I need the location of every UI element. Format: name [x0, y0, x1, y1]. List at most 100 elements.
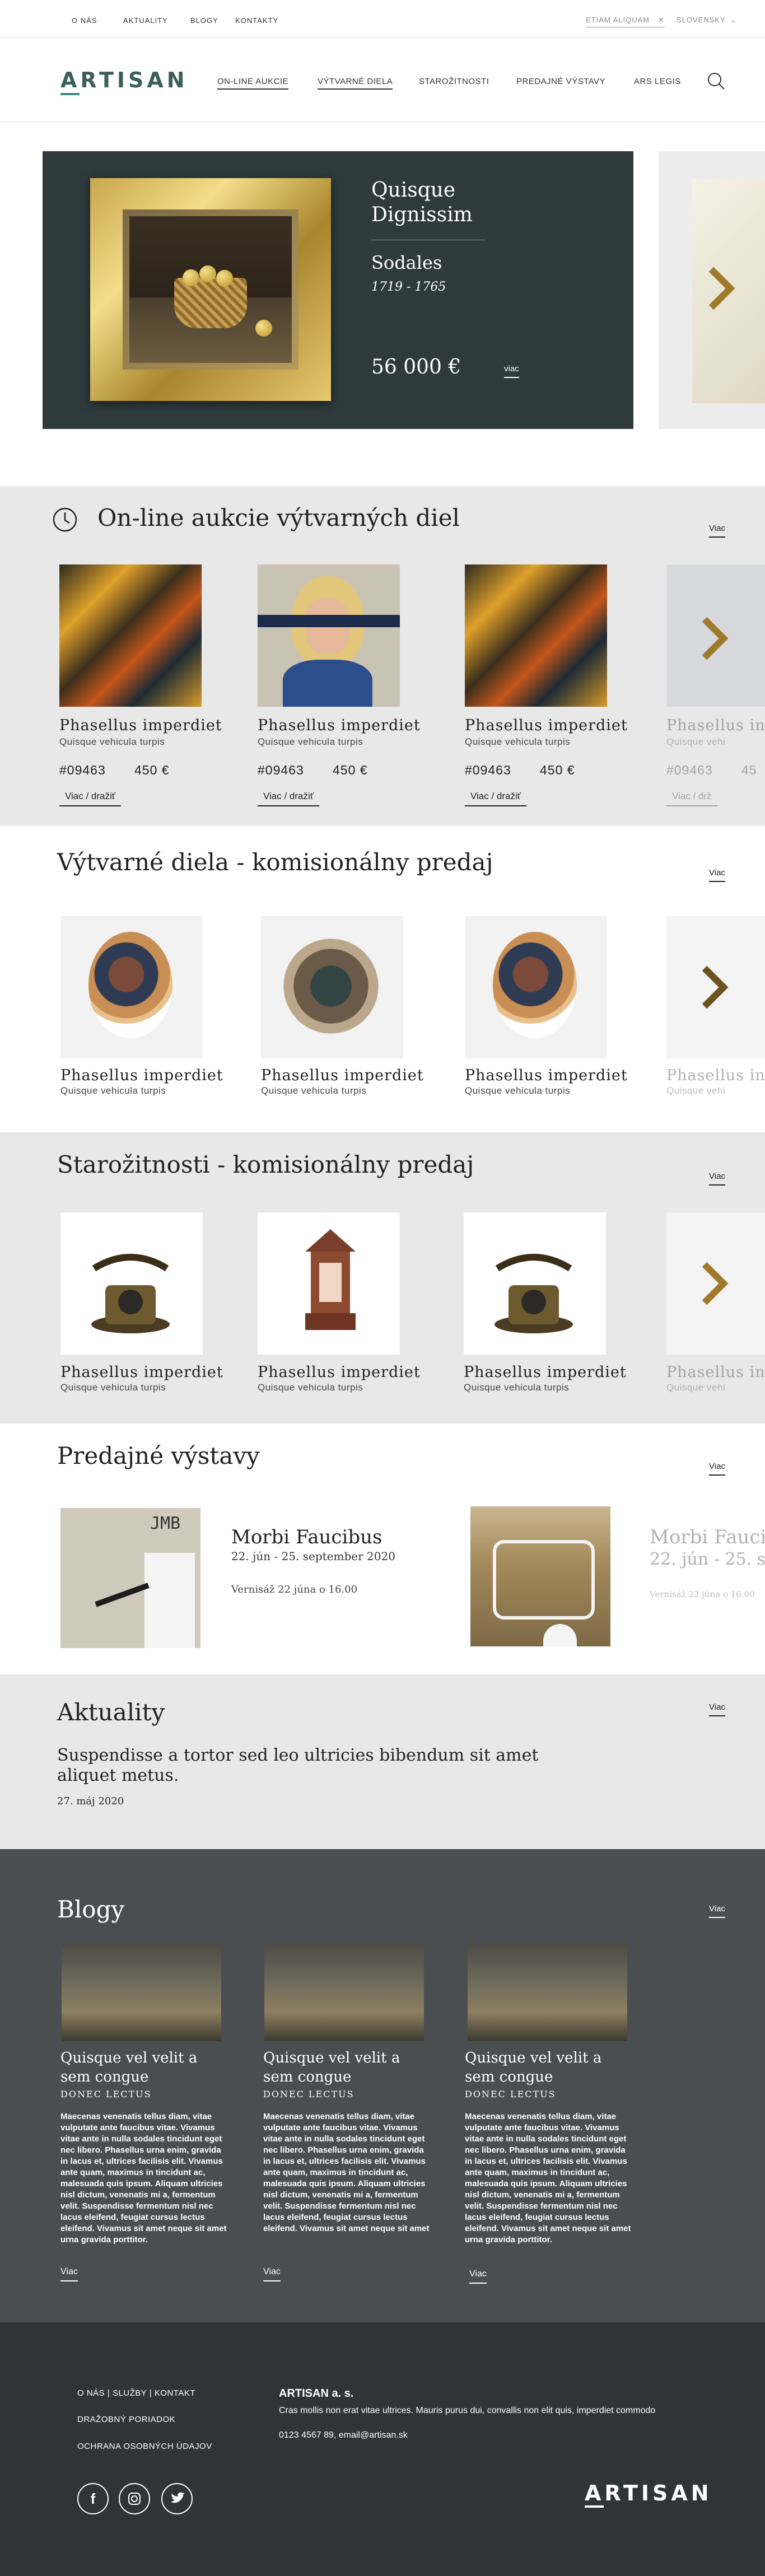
- footer-nav-row: O NÁS | SLUŽBY | KONTAKT: [77, 2388, 195, 2398]
- footer-link-sluzby[interactable]: SLUŽBY: [113, 2388, 147, 2398]
- footer-link-ochrana-udajov[interactable]: OCHRANA OSOBNÝCH ÚDAJOV: [77, 2442, 212, 2451]
- news-headline[interactable]: Suspendisse a tortor sed leo ultricies b…: [57, 1746, 561, 1786]
- blog-image-2[interactable]: [264, 1943, 424, 2041]
- blog-text-3: Maecenas venenatis tellus diam, vitae vu…: [465, 2112, 631, 2244]
- blog-more-link-1[interactable]: Viac: [60, 2267, 78, 2281]
- chevron-down-icon: ⌄: [730, 16, 738, 24]
- artwork-image-3[interactable]: [465, 916, 607, 1058]
- twitter-icon[interactable]: [161, 2483, 193, 2514]
- auction-title-1: Phasellus imperdiet: [59, 717, 222, 734]
- auction-price-1: 450 €: [134, 763, 170, 777]
- artwork-title-1: Phasellus imperdiet: [60, 1067, 223, 1084]
- footer-separator: |: [149, 2388, 155, 2398]
- auction-price-4: 45: [741, 763, 757, 777]
- toplink-kontakty[interactable]: KONTAKTY: [235, 16, 278, 25]
- blog-text-2: Maecenas venenatis tellus diam, vitae vu…: [263, 2112, 430, 2233]
- exhibition-title-1: Morbi Faucibus: [231, 1526, 382, 1548]
- auction-price-2: 450 €: [333, 763, 368, 777]
- chevron-right-icon[interactable]: [700, 965, 729, 1012]
- footer-contact[interactable]: 0123 4567 89, email@artisan.sk: [279, 2430, 408, 2440]
- toplink-o-nas[interactable]: O NÁS: [72, 16, 97, 25]
- logo[interactable]: ARTISAN: [60, 68, 188, 92]
- blog-title-1[interactable]: Quisque vel velit a sem congue: [60, 2048, 223, 2087]
- auction-subtitle-3: Quisque vehicula turpis: [465, 736, 571, 747]
- blogs-more-link[interactable]: Viac: [709, 1904, 725, 1918]
- nav-ars-legis[interactable]: ARS LEGIS: [634, 77, 681, 86]
- auction-image-1[interactable]: [59, 564, 202, 707]
- auction-code-4: #09463: [666, 763, 713, 777]
- footer-separator: |: [107, 2388, 113, 2398]
- antique-subtitle-1: Quisque vehicula turpis: [60, 1382, 166, 1393]
- artworks-title: Výtvarné diela - komisionálny predaj: [57, 848, 493, 876]
- news-title: Aktuality: [57, 1698, 165, 1726]
- nav-predajne-vystavy[interactable]: PREDAJNÉ VÝSTAVY: [516, 77, 605, 86]
- auctions-title: On-line aukcie výtvarných diel: [97, 504, 460, 531]
- antique-title-2: Phasellus imperdiet: [258, 1364, 421, 1381]
- chevron-right-icon[interactable]: [700, 616, 729, 664]
- exhibition-image-1[interactable]: JMB: [60, 1508, 200, 1648]
- blog-image-1[interactable]: [62, 1943, 221, 2041]
- antiques-more-link[interactable]: Viac: [709, 1172, 725, 1186]
- chevron-right-icon[interactable]: [700, 1261, 729, 1309]
- toplink-aktuality[interactable]: AKTUALITY: [123, 16, 168, 25]
- hero-artwork-image[interactable]: [90, 178, 331, 401]
- exhibition-title-2: Morbi Faucib: [650, 1526, 765, 1548]
- svg-text:f: f: [91, 2490, 96, 2507]
- auction-code-3: #09463: [465, 763, 511, 777]
- exhibition-image-2[interactable]: [470, 1506, 610, 1646]
- exhibitions-more-link[interactable]: Viac: [709, 1462, 725, 1476]
- auction-code-2: #09463: [258, 763, 304, 777]
- language-select[interactable]: SLOVENSKY ⌄: [677, 16, 737, 25]
- blog-image-3[interactable]: [468, 1943, 627, 2041]
- news-more-link[interactable]: Viac: [709, 1702, 725, 1716]
- footer-link-kontakt[interactable]: KONTAKT: [155, 2388, 195, 2398]
- footer-logo-accent: [585, 2505, 604, 2508]
- antique-subtitle-2: Quisque vehicula turpis: [258, 1382, 363, 1393]
- exhibition-date-1: 22. jún - 25. september 2020: [231, 1550, 395, 1563]
- news-date: 27. máj 2020: [57, 1795, 124, 1807]
- auction-bid-button-3[interactable]: Viac / dražiť: [465, 791, 527, 806]
- artwork-subtitle-1: Quisque vehicula turpis: [60, 1085, 166, 1096]
- instagram-icon[interactable]: [119, 2483, 150, 2514]
- auction-image-3[interactable]: [465, 564, 607, 707]
- hero-title: Sodales: [371, 252, 442, 273]
- antique-image-2[interactable]: [258, 1212, 400, 1355]
- blog-more-link-3[interactable]: Viac: [469, 2269, 487, 2284]
- artwork-title-3: Phasellus imperdiet: [465, 1067, 628, 1084]
- artwork-image-2[interactable]: [261, 916, 403, 1058]
- nav-online-aukcie[interactable]: ON-LINE AUKCIE: [217, 77, 289, 90]
- search-value: ETIAM ALIQUAM: [586, 16, 650, 24]
- blog-title-2[interactable]: Quisque vel velit a sem congue: [263, 2048, 426, 2087]
- auction-bid-button-1[interactable]: Viac / dražiť: [59, 791, 122, 806]
- close-icon[interactable]: ✕: [658, 16, 665, 24]
- footer-logo[interactable]: ARTISAN: [585, 2481, 712, 2505]
- auction-image-2[interactable]: [258, 564, 400, 707]
- auctions-more-link[interactable]: Viac: [709, 524, 725, 538]
- blog-more-link-2[interactable]: Viac: [263, 2267, 281, 2281]
- search-input[interactable]: ETIAM ALIQUAM ✕: [586, 16, 665, 27]
- blog-title-3[interactable]: Quisque vel velit a sem congue: [465, 2048, 627, 2087]
- clock-icon: [52, 507, 78, 535]
- auction-bid-button-4[interactable]: Viac / drž: [666, 791, 717, 806]
- hero-more-link[interactable]: viac: [504, 364, 519, 378]
- antique-image-1[interactable]: [60, 1212, 203, 1355]
- nav-starozitnosti[interactable]: STAROŽITNOSTI: [419, 77, 489, 86]
- auction-bid-button-2[interactable]: Viac / dražiť: [258, 791, 320, 806]
- auction-title-2: Phasellus imperdiet: [258, 717, 421, 734]
- antique-image-3[interactable]: [464, 1212, 606, 1355]
- auction-code-1: #09463: [59, 763, 106, 777]
- artworks-more-link[interactable]: Viac: [709, 868, 725, 882]
- toplink-blogy[interactable]: BLOGY: [190, 16, 218, 25]
- chevron-right-icon[interactable]: [707, 266, 735, 314]
- facebook-icon[interactable]: f: [77, 2483, 109, 2514]
- blog-text-1: Maecenas venenatis tellus diam, vitae vu…: [60, 2112, 227, 2244]
- footer-link-o-nas[interactable]: O NÁS: [77, 2388, 105, 2398]
- exhibition-date-2: 22. jún - 25. se: [650, 1550, 765, 1569]
- footer-link-drazobny-poriadok[interactable]: DRAŽOBNÝ PORIADOK: [77, 2415, 175, 2424]
- antique-title-4: Phasellus in: [666, 1364, 765, 1381]
- search-icon[interactable]: [707, 72, 726, 91]
- artwork-image-1[interactable]: [60, 916, 203, 1058]
- auction-price-3: 450 €: [540, 763, 575, 777]
- nav-vytvarne-diela[interactable]: VÝTVARNÉ DIELA: [318, 77, 393, 90]
- auction-subtitle-4: Quisque vehi: [666, 736, 726, 747]
